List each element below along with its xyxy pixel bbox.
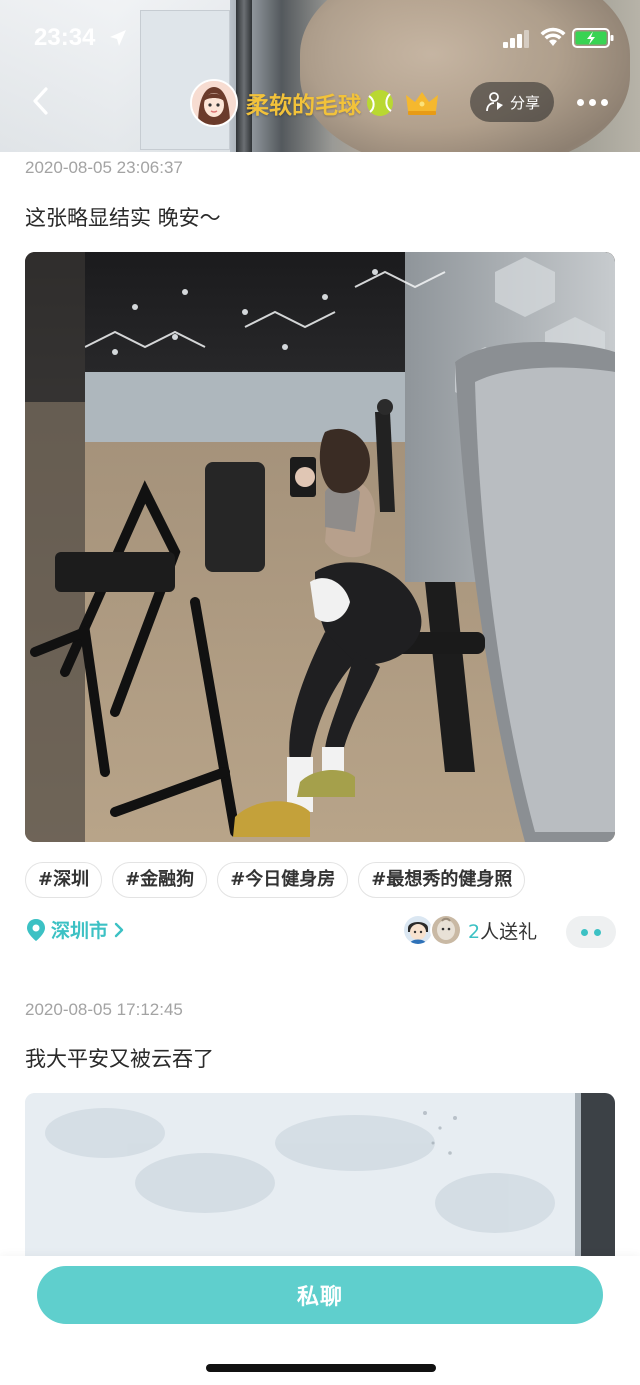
- gift-giver-avatar: [430, 914, 462, 946]
- more-dot: [576, 98, 584, 106]
- tag-today-gym[interactable]: #今日健身房: [217, 862, 349, 898]
- gym-photo-illustration: [25, 252, 615, 842]
- location-arrow-icon: [110, 30, 126, 46]
- chevron-left-icon: [33, 87, 48, 115]
- nickname: 柔软的毛球: [246, 93, 361, 119]
- gift-count-suffix: 人送礼: [480, 920, 538, 943]
- post-timestamp: 2020-08-05 23:06:37: [25, 158, 183, 177]
- tag-best-gym-photo[interactable]: #最想秀的健身照: [358, 862, 526, 898]
- gift-count-text: 2人送礼: [468, 917, 537, 944]
- home-indicator[interactable]: [206, 1364, 436, 1372]
- status-time: 23:34: [34, 24, 96, 51]
- post-text: 我大平安又被云吞了: [25, 1047, 214, 1071]
- avatar-illustration: [192, 81, 236, 125]
- chevron-right-icon: [114, 922, 124, 937]
- more-dot: [600, 98, 608, 106]
- tag-finance-dog[interactable]: #金融狗: [112, 862, 208, 898]
- profile-header: 23:34 柔软的毛球 分享: [0, 0, 640, 152]
- battery-icon: [572, 28, 614, 48]
- options-dot: [594, 928, 601, 936]
- post-text: 这张略显结实 晚安～: [25, 206, 221, 230]
- gift-giver-illustration: [404, 916, 432, 944]
- share-button[interactable]: 分享: [470, 82, 554, 122]
- back-button[interactable]: [24, 84, 58, 118]
- more-button[interactable]: [570, 86, 614, 118]
- location-pin-icon: [27, 918, 45, 941]
- more-dot: [588, 98, 596, 106]
- gift-giver-illustration: [432, 916, 460, 944]
- post-timestamp: 2020-08-05 17:12:45: [25, 1000, 183, 1019]
- avatar[interactable]: [190, 79, 238, 127]
- post-location[interactable]: 深圳市: [25, 916, 129, 943]
- bottom-bar: 私聊: [0, 1256, 640, 1385]
- cellular-signal-icon: [503, 30, 529, 48]
- wifi-icon: [540, 27, 566, 46]
- post-options-button[interactable]: [566, 916, 616, 948]
- profile-info[interactable]: 柔软的毛球: [190, 78, 439, 128]
- gift-summary[interactable]: 2人送礼: [402, 914, 537, 946]
- options-dot: [581, 928, 588, 936]
- post-tags: #深圳 #金融狗 #今日健身房 #最想秀的健身照: [25, 862, 526, 898]
- private-chat-button[interactable]: 私聊: [37, 1266, 603, 1324]
- gift-count: 2: [468, 920, 481, 943]
- share-label: 分享: [509, 93, 540, 112]
- tennis-ball-icon: [367, 90, 393, 116]
- location-label: 深圳市: [51, 920, 109, 942]
- post-photo[interactable]: [25, 252, 615, 842]
- status-bar: 23:34: [0, 0, 640, 76]
- crown-icon: [406, 92, 438, 115]
- tag-shenzhen[interactable]: #深圳: [25, 862, 103, 898]
- share-person-icon: [486, 92, 503, 112]
